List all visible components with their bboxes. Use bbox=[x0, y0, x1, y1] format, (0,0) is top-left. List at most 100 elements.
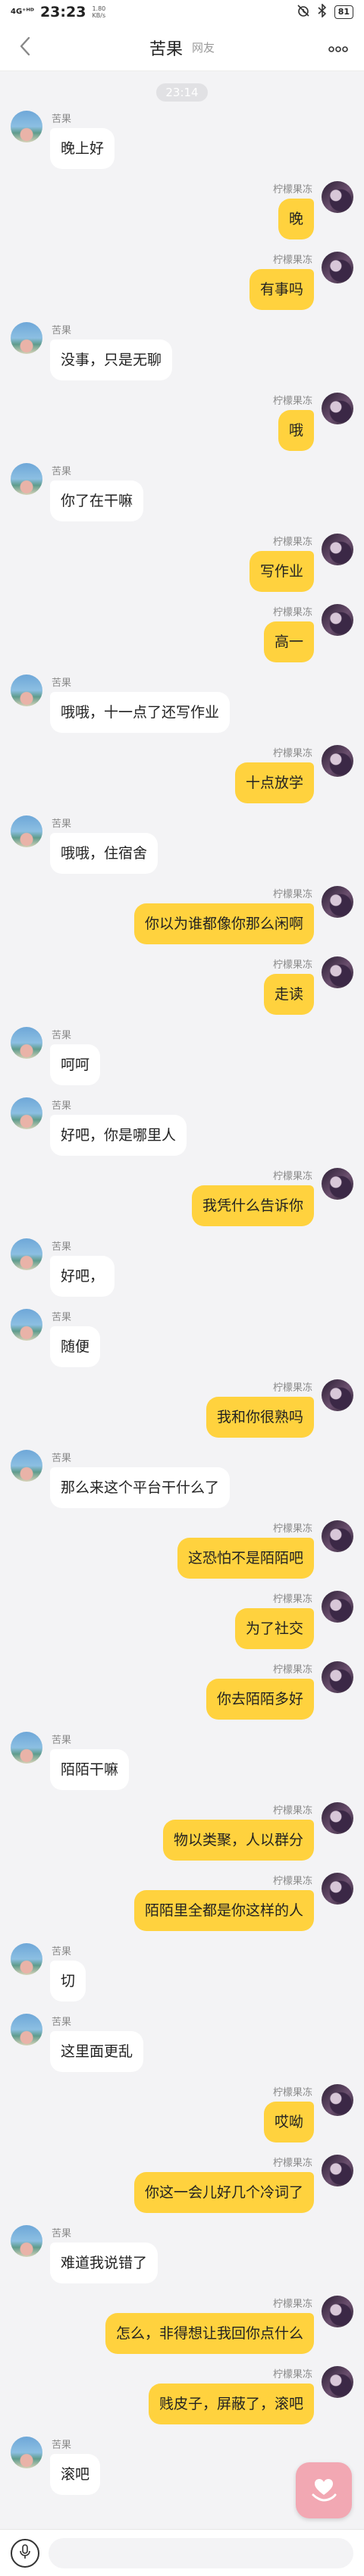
my-avatar[interactable] bbox=[322, 181, 353, 213]
message-bubble[interactable]: 呵呵 bbox=[50, 1044, 101, 1085]
my-avatar[interactable] bbox=[322, 252, 353, 283]
network-speed-value: 1.80 bbox=[92, 5, 106, 12]
voice-input-button[interactable] bbox=[11, 2538, 39, 2568]
contact-avatar[interactable] bbox=[11, 1238, 42, 1270]
message-bubble[interactable]: 陌陌干嘛 bbox=[50, 1749, 130, 1790]
sender-name: 柠檬果冻 bbox=[272, 2158, 312, 2169]
message-bubble[interactable]: 好吧，你是哪里人 bbox=[50, 1115, 187, 1156]
my-avatar[interactable] bbox=[322, 2296, 353, 2327]
sender-name: 苦果 bbox=[52, 678, 72, 689]
contact-avatar[interactable] bbox=[11, 2437, 42, 2468]
contact-avatar[interactable] bbox=[11, 1309, 42, 1341]
message-body: 柠檬果冻 你去陌陌多好 bbox=[206, 1661, 314, 1720]
bluetooth-icon bbox=[318, 3, 327, 20]
network-speed-unit: KB/s bbox=[92, 12, 106, 19]
message-body: 柠檬果冻 高一 bbox=[263, 604, 314, 662]
message-body: 苦果 晚上好 bbox=[50, 111, 115, 169]
outgoing-message: 柠檬果冻我和你很熟吗 bbox=[0, 1373, 364, 1444]
sender-name: 柠檬果冻 bbox=[272, 889, 312, 900]
message-input[interactable] bbox=[49, 2537, 353, 2568]
chat-screen: 4G⁺ᴴᴰ 23:23 1.80 KB/s 81 苦果 网友 23:14 苦果 … bbox=[0, 0, 364, 2576]
message-bubble[interactable]: 十点放学 bbox=[234, 762, 314, 803]
my-avatar[interactable] bbox=[322, 1591, 353, 1623]
message-bubble[interactable]: 难道我说错了 bbox=[50, 2243, 158, 2283]
message-bubble[interactable]: 你去陌陌多好 bbox=[206, 1679, 314, 1720]
message-bubble[interactable]: 你以为谁都像你那么闲啊 bbox=[133, 903, 314, 944]
my-avatar[interactable] bbox=[322, 886, 353, 918]
message-bubble[interactable]: 写作业 bbox=[249, 551, 314, 592]
message-body: 柠檬果冻 有事吗 bbox=[249, 252, 314, 310]
message-bubble[interactable]: 我和你很熟吗 bbox=[206, 1397, 314, 1438]
my-avatar[interactable] bbox=[322, 393, 353, 424]
message-bubble[interactable]: 滚吧 bbox=[50, 2454, 101, 2495]
my-avatar[interactable] bbox=[322, 2084, 353, 2116]
outgoing-message: 柠檬果冻你这一会儿好几个冷词了 bbox=[0, 2149, 364, 2219]
message-bubble[interactable]: 物以类聚，人以群分 bbox=[162, 1820, 314, 1861]
outgoing-message: 柠檬果冻这恐怕不是陌陌吧 bbox=[0, 1514, 364, 1585]
my-avatar[interactable] bbox=[322, 1520, 353, 1552]
message-bubble[interactable]: 你了在干嘛 bbox=[50, 480, 144, 521]
sender-name: 柠檬果冻 bbox=[272, 1171, 312, 1182]
message-bubble[interactable]: 晚 bbox=[278, 199, 314, 239]
sender-name: 苦果 bbox=[52, 1735, 72, 1746]
floating-action-button[interactable] bbox=[296, 2462, 352, 2518]
my-avatar[interactable] bbox=[322, 2366, 353, 2398]
back-button[interactable] bbox=[12, 35, 38, 61]
message-bubble[interactable]: 贱皮子，屏蔽了，滚吧 bbox=[148, 2384, 314, 2424]
contact-avatar[interactable] bbox=[11, 1943, 42, 1975]
contact-avatar[interactable] bbox=[11, 675, 42, 706]
message-body: 苦果 滚吧 bbox=[50, 2437, 101, 2495]
message-bubble[interactable]: 好吧， bbox=[50, 1256, 115, 1297]
message-bubble[interactable]: 为了社交 bbox=[234, 1608, 314, 1649]
contact-avatar[interactable] bbox=[11, 2014, 42, 2045]
my-avatar[interactable] bbox=[322, 1802, 353, 1834]
message-bubble[interactable]: 晚上好 bbox=[50, 128, 115, 169]
message-bubble[interactable]: 哦哦，住宿舍 bbox=[50, 833, 158, 874]
message-bubble[interactable]: 怎么，非得想让我回你点什么 bbox=[105, 2313, 314, 2354]
sender-name: 柠檬果冻 bbox=[272, 1523, 312, 1535]
message-bubble[interactable]: 走读 bbox=[263, 974, 314, 1015]
my-avatar[interactable] bbox=[322, 604, 353, 636]
message-body: 苦果 没事，只是无聊 bbox=[50, 322, 173, 380]
my-avatar[interactable] bbox=[322, 1168, 353, 1200]
message-body: 柠檬果冻 十点放学 bbox=[234, 745, 314, 803]
message-bubble[interactable]: 哦哦，十一点了还写作业 bbox=[50, 692, 231, 733]
my-avatar[interactable] bbox=[322, 956, 353, 988]
my-avatar[interactable] bbox=[322, 1661, 353, 1693]
my-avatar[interactable] bbox=[322, 534, 353, 565]
my-avatar[interactable] bbox=[322, 745, 353, 777]
message-bubble[interactable]: 这恐怕不是陌陌吧 bbox=[177, 1538, 314, 1579]
message-body: 苦果 好吧，你是哪里人 bbox=[50, 1097, 187, 1156]
message-bubble[interactable]: 陌陌里全都是你这样的人 bbox=[133, 1890, 314, 1931]
message-bubble[interactable]: 没事，只是无聊 bbox=[50, 340, 173, 380]
message-bubble[interactable]: 随便 bbox=[50, 1326, 101, 1367]
message-bubble[interactable]: 切 bbox=[50, 1961, 86, 2002]
contact-avatar[interactable] bbox=[11, 1097, 42, 1129]
contact-avatar[interactable] bbox=[11, 2225, 42, 2257]
message-bubble[interactable]: 这里面更乱 bbox=[50, 2031, 144, 2072]
message-bubble[interactable]: 有事吗 bbox=[249, 269, 314, 310]
sender-name: 柠檬果冻 bbox=[272, 1382, 312, 1394]
message-bubble[interactable]: 哎呦 bbox=[263, 2102, 314, 2142]
signal-indicator: 4G⁺ᴴᴰ bbox=[11, 8, 34, 16]
message-bubble[interactable]: 哦 bbox=[278, 410, 314, 451]
message-bubble[interactable]: 我凭什么告诉你 bbox=[191, 1185, 314, 1226]
contact-avatar[interactable] bbox=[11, 815, 42, 847]
my-avatar[interactable] bbox=[322, 2155, 353, 2186]
contact-avatar[interactable] bbox=[11, 1450, 42, 1482]
contact-avatar[interactable] bbox=[11, 322, 42, 354]
my-avatar[interactable] bbox=[322, 1379, 353, 1411]
contact-avatar[interactable] bbox=[11, 1027, 42, 1059]
message-bubble[interactable]: 高一 bbox=[263, 621, 314, 662]
message-bubble[interactable]: 你这一会儿好几个冷词了 bbox=[133, 2172, 314, 2213]
contact-avatar[interactable] bbox=[11, 1732, 42, 1764]
message-bubble[interactable]: 那么来这个平台干什么了 bbox=[50, 1467, 231, 1508]
alarm-icon bbox=[297, 4, 310, 20]
more-button[interactable] bbox=[325, 35, 352, 61]
outgoing-message: 柠檬果冻 十点放学 bbox=[0, 739, 364, 809]
contact-avatar[interactable] bbox=[11, 463, 42, 495]
contact-avatar[interactable] bbox=[11, 111, 42, 142]
my-avatar[interactable] bbox=[322, 1873, 353, 1905]
incoming-message: 苦果 哦哦，住宿舍 bbox=[0, 809, 364, 880]
message-list[interactable]: 23:14 苦果 晚上好 柠檬果冻晚柠檬果冻 有事吗 苦果 没事，只是无聊 柠檬果冻哦苦果你… bbox=[0, 83, 364, 2524]
